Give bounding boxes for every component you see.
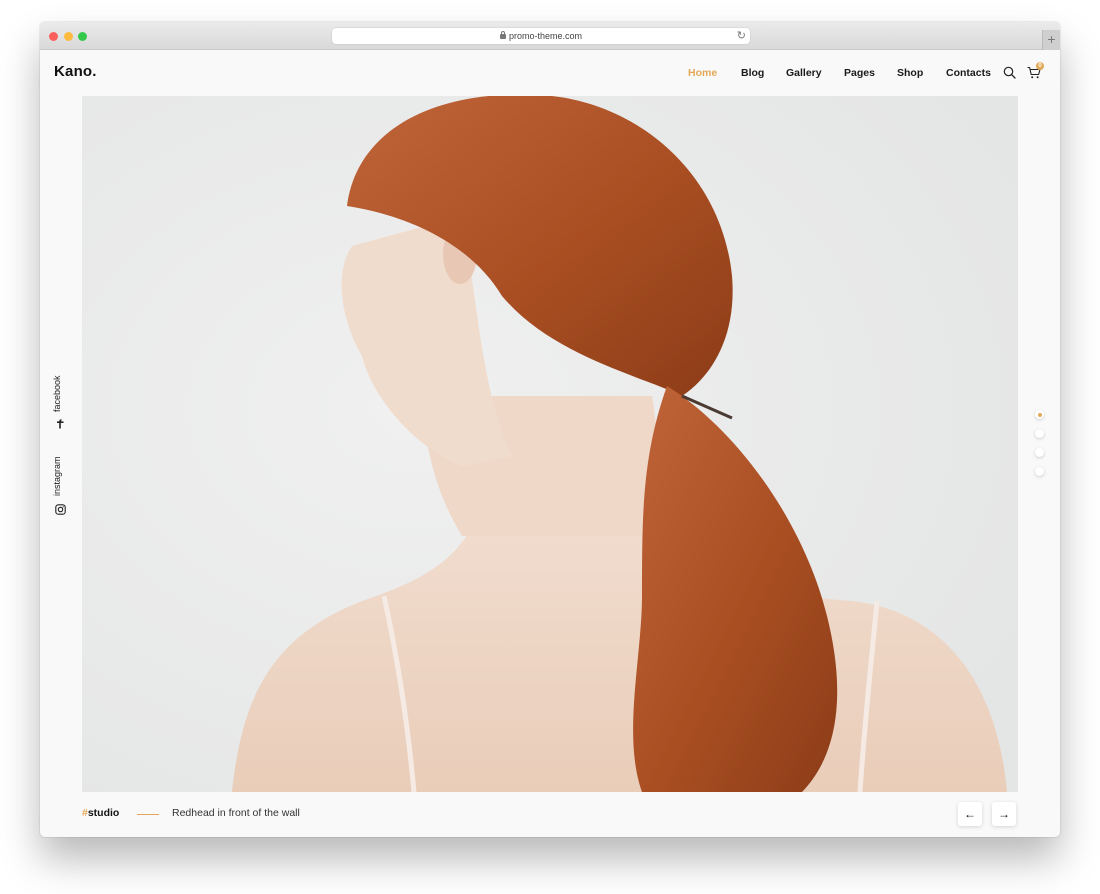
slide-dot-2[interactable] [1035,429,1044,438]
hero-illustration [82,96,1018,792]
reload-icon[interactable]: ↻ [737,28,746,44]
nav-item-contacts[interactable]: Contacts [946,67,991,79]
social-rail: facebook instagram [52,372,70,522]
nav-item-shop[interactable]: Shop [897,67,923,79]
slide-caption: Redhead in front of the wall [172,807,300,819]
address-bar-url: promo-theme.com [508,31,583,41]
nav-item-home[interactable]: Home [688,67,717,79]
browser-toolbar: promo-theme.com ↻ + [40,22,1060,50]
browser-window: promo-theme.com ↻ + Kano. Home Blog Gall… [40,22,1060,837]
site-logo[interactable]: Kano. [54,63,97,80]
minimize-window-button[interactable] [64,32,73,41]
nav-item-gallery[interactable]: Gallery [786,67,822,79]
next-slide-button[interactable]: → [992,802,1016,826]
new-tab-button[interactable]: + [1042,30,1060,50]
social-link-facebook[interactable]: facebook [52,375,62,412]
arrow-right-icon: → [998,807,1010,821]
hero-slide [82,96,1018,792]
slide-dot-4[interactable] [1035,467,1044,476]
prev-slide-button[interactable]: ← [958,802,982,826]
nav-item-pages[interactable]: Pages [844,67,875,79]
caption-divider [137,814,159,815]
tag-label: studio [87,807,120,819]
social-link-instagram[interactable]: instagram [52,456,62,496]
search-icon[interactable] [1003,66,1016,79]
cart-count-badge: 0 [1036,62,1044,70]
slide-tag[interactable]: #studio [82,807,119,819]
nav-item-blog[interactable]: Blog [741,67,764,79]
lock-icon [499,31,506,39]
slide-dot-1[interactable] [1035,410,1044,419]
instagram-icon[interactable] [55,504,66,515]
facebook-icon[interactable] [56,419,65,429]
address-bar[interactable]: promo-theme.com ↻ [332,28,750,44]
close-window-button[interactable] [49,32,58,41]
arrow-left-icon: ← [964,807,976,821]
slide-dot-3[interactable] [1035,448,1044,457]
zoom-window-button[interactable] [78,32,87,41]
